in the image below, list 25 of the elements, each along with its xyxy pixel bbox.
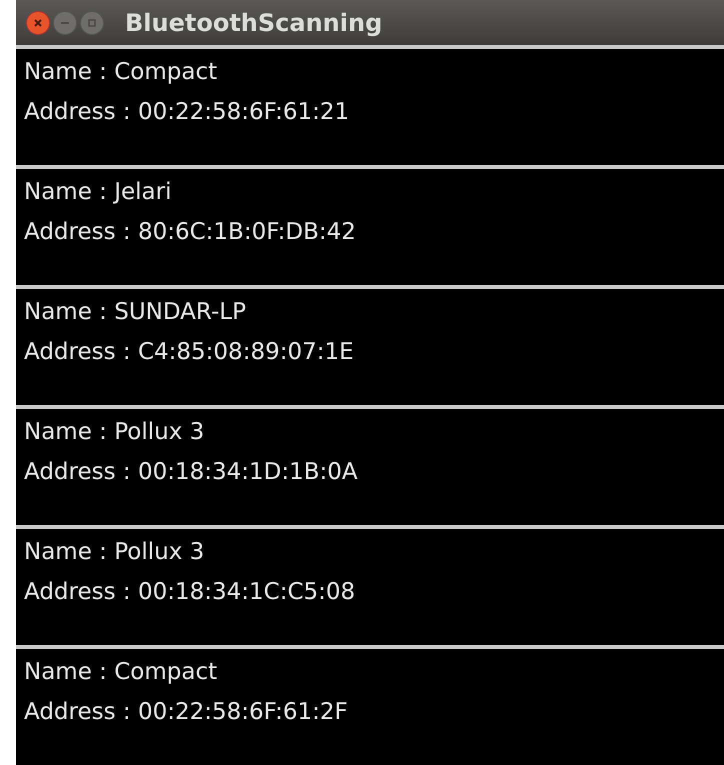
device-item[interactable]: Name : Jelari Address : 80:6C:1B:0F:DB:42: [16, 169, 724, 285]
device-item[interactable]: Name : Pollux 3 Address : 00:18:34:1D:1B:0A: [16, 409, 724, 525]
device-name: Name : SUNDAR-LP: [24, 299, 247, 325]
device-name: Name : Compact: [24, 59, 218, 85]
device-address: Address : C4:85:08:89:07:1E: [24, 339, 355, 365]
maximize-icon: [87, 18, 97, 28]
device-address: Address : 00:22:58:6F:61:2F: [24, 699, 349, 725]
device-address: Address : 00:22:58:6F:61:21: [24, 99, 350, 125]
minimize-button[interactable]: [53, 10, 77, 34]
device-address: Address : 00:18:34:1D:1B:0A: [24, 459, 359, 485]
device-address: Address : 00:18:34:1C:C5:08: [24, 579, 356, 605]
device-item[interactable]: Name : Pollux 3 Address : 00:18:34:1C:C5:08: [16, 529, 724, 645]
device-name: Name : Pollux 3: [24, 539, 206, 565]
close-button[interactable]: [26, 10, 50, 34]
device-name: Name : Compact: [24, 659, 218, 685]
device-name: Name : Jelari: [24, 179, 172, 205]
device-name: Name : Pollux 3: [24, 419, 206, 445]
minimize-icon: [60, 20, 70, 24]
device-item[interactable]: Name : Compact Address : 00:22:58:6F:61:2F: [16, 649, 724, 765]
device-item[interactable]: Name : Compact Address : 00:22:58:6F:61:21: [16, 49, 724, 165]
maximize-button[interactable]: [80, 10, 104, 34]
close-icon: [33, 18, 43, 28]
device-item[interactable]: Name : SUNDAR-LP Address : C4:85:08:89:07:1E: [16, 289, 724, 405]
window-title: BluetoothScanning: [125, 8, 382, 38]
device-address: Address : 80:6C:1B:0F:DB:42: [24, 219, 357, 245]
